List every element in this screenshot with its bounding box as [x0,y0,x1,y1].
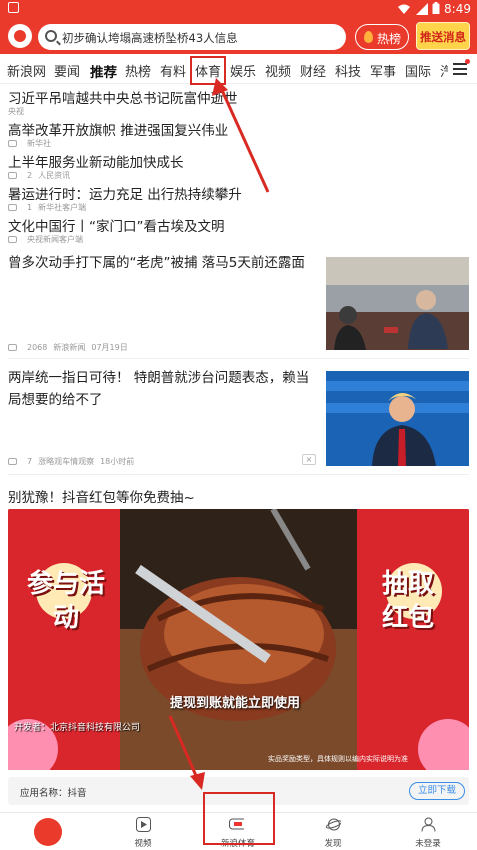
story-title[interactable]: 两岸统一指日可待！ 特朗普就涉台问题表态，赖当局想要的给不了 [8,367,318,411]
news-headline[interactable]: 习近平吊唁越共中央总书记阮富仲逝世 [8,87,238,107]
ad-app-name: 应用名称：抖音 [20,788,87,799]
meeting-photo [326,257,469,350]
close-icon[interactable]: × [302,454,316,465]
story-source: 新浪新闻 [53,343,86,352]
nav-discover[interactable]: 发现 [288,813,378,850]
comment-icon [8,344,17,351]
news-source: 央视 [8,107,24,116]
tab-headlines[interactable]: 要闻 [54,61,80,80]
search-input[interactable]: 初步确认垮塌高速桥坠桥43人信息 [38,24,346,50]
channel-tabs: 新浪网 要闻 推荐 热榜 有料 体育 娱乐 视频 财经 科技 军事 国际 汽 [0,54,477,85]
ad-footnote: 实品奖励类型，具体规则以编内实际说明为准 [268,755,408,763]
ad-title[interactable]: 别犹豫！抖音红包等你免费抽~ [8,486,195,506]
story-meta: 7 涨略观车情观察 18小时前 [8,456,134,467]
news-headline[interactable]: 文化中国行丨“家门口”看古埃及文明 [8,215,225,235]
news-source: 人民资讯 [38,171,71,180]
comment-count: 2068 [27,343,48,352]
story-meta: 2068 新浪新闻 07月19日 [8,342,128,353]
tab-sina[interactable]: 新浪网 [7,61,46,80]
highlight-box [203,792,275,845]
comment-icon [8,172,17,179]
comment-count: 1 [27,203,33,212]
tab-international[interactable]: 国际 [405,61,431,80]
comment-icon [8,236,17,243]
search-placeholder: 初步确认垮塌高速桥坠桥43人信息 [62,31,238,45]
comment-icon [8,204,17,211]
tab-video[interactable]: 视频 [265,61,291,80]
news-meta: 央视新闻客户端 [8,234,83,245]
news-source: 新华社 [27,139,51,148]
tab-entertainment[interactable]: 娱乐 [230,61,256,80]
news-headline[interactable]: 上半年服务业新动能加快成长 [8,151,184,171]
nav-profile-label: 未登录 [415,839,441,849]
story-title[interactable]: 曾多次动手打下属的“老虎”被捕 落马5天前还露面 [8,252,318,274]
tab-hot[interactable]: 热榜 [125,61,151,80]
divider [8,474,469,475]
comment-count: 2 [27,171,33,180]
ad-caption: 提现到账就能立即使用 [170,696,301,711]
menu-notification-dot [465,59,470,64]
status-bar: 8:49 [0,0,477,18]
tab-auto[interactable]: 汽 [440,61,448,80]
story-date: 18小时前 [100,457,135,466]
clock: 8:49 [444,2,471,16]
story-source: 涨略观车情观察 [38,457,95,466]
news-source: 新华社客户端 [38,203,87,212]
push-news-button[interactable]: 推送消息 [416,22,470,50]
news-meta: 央视 [8,106,24,117]
ad-right-banner: 抽取红包 [381,569,434,633]
nav-profile[interactable]: 未登录 [383,813,473,850]
tab-recommend[interactable]: 推荐 [90,61,117,81]
tab-military[interactable]: 军事 [370,61,396,80]
nav-video[interactable]: 视频 [98,813,188,850]
nav-discover-label: 发现 [324,839,342,849]
comment-count: 7 [27,457,33,466]
flame-icon [364,31,373,43]
video-play-icon [136,817,151,832]
tab-tech[interactable]: 科技 [335,61,361,80]
hot-list-button[interactable]: 热榜 [355,24,409,50]
sina-home-icon [34,818,62,846]
comment-icon [8,140,17,147]
nav-home[interactable] [0,813,90,850]
signal-icon [416,3,428,15]
tab-sports[interactable]: 体育 [189,56,227,85]
news-headline[interactable]: 高举改革开放旗帜 推进强国复兴伟业 [8,119,228,139]
news-meta: 1 新华社客户端 [8,202,86,213]
ad-developer: 开发者：北京抖音科技有限公司 [14,723,141,733]
search-icon [45,30,57,42]
divider [8,358,469,359]
nav-video-label: 视频 [134,839,152,849]
speaker-photo [326,371,469,466]
download-button[interactable]: 立即下载 [409,782,465,800]
notification-icon [8,2,19,13]
news-meta: 新华社 [8,138,51,149]
wifi-icon [398,4,410,14]
news-source: 央视新闻客户端 [27,235,83,244]
story-thumbnail[interactable] [326,257,469,350]
ad-left-banner: 参与活动 [26,569,105,633]
battery-icon [432,2,440,14]
tab-finance[interactable]: 财经 [300,61,326,80]
story-thumbnail[interactable] [326,371,469,466]
planet-icon [326,818,341,831]
app-logo-icon[interactable] [8,24,32,48]
user-icon [421,817,436,832]
story-date: 07月19日 [91,343,128,352]
news-headline[interactable]: 暑运进行时：运力充足 出行热持续攀升 [8,183,242,203]
ad-image[interactable]: 参与活动 抽取红包 提现到账就能立即使用 开发者：北京抖音科技有限公司 实品奖励… [8,509,469,770]
hot-list-label: 热榜 [377,32,402,46]
tab-youliao[interactable]: 有料 [160,61,186,80]
app-header: 8:49 初步确认垮塌高速桥坠桥43人信息 热榜 推送消息 [0,0,477,54]
menu-icon[interactable] [453,63,467,75]
comment-icon [8,458,17,465]
news-meta: 2 人民资讯 [8,170,70,181]
